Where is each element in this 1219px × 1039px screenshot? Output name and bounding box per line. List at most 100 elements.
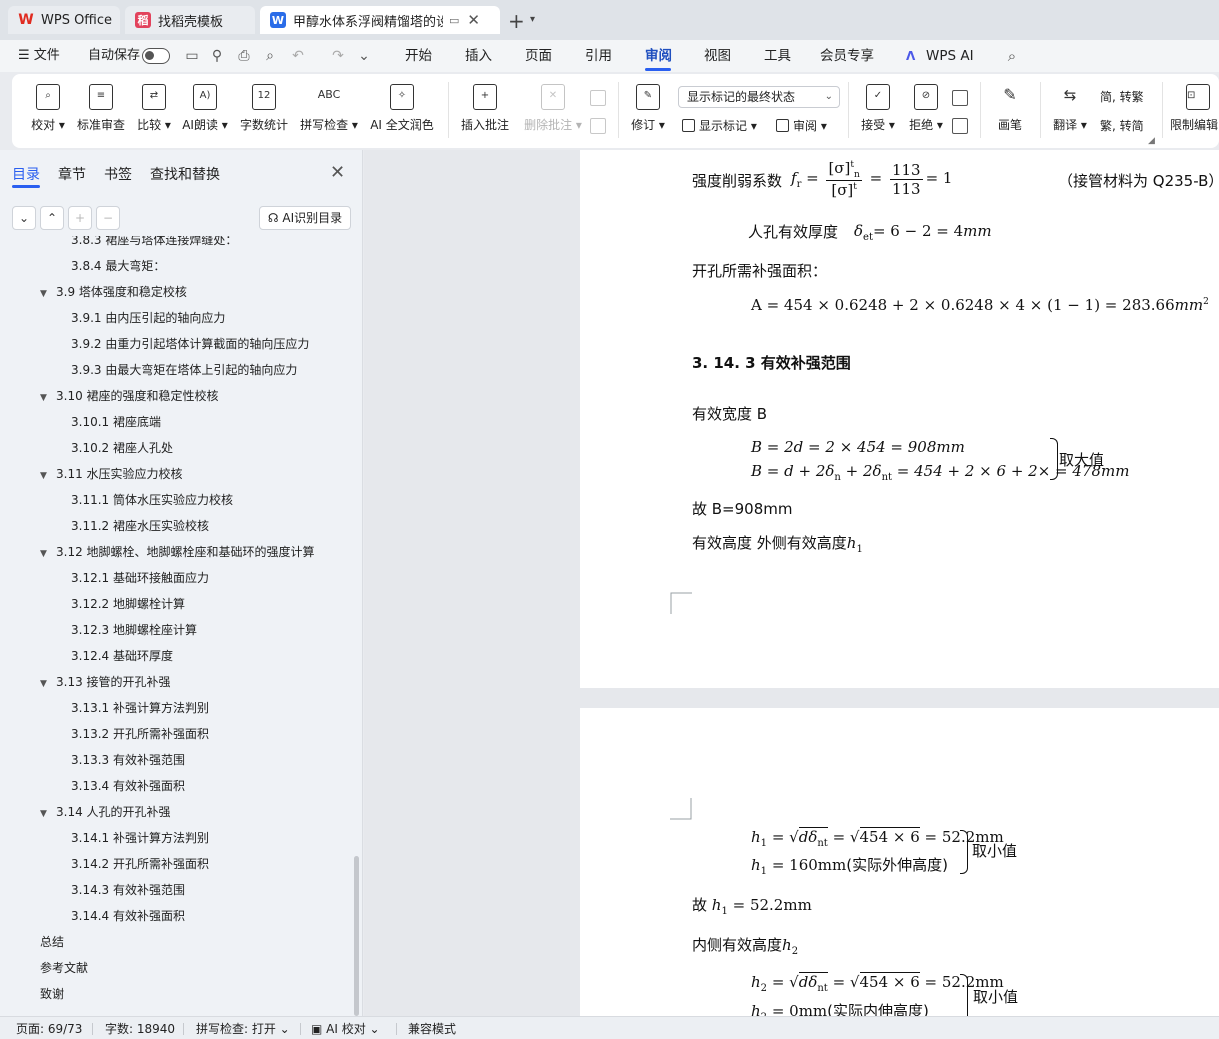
toc-item[interactable]: 3.13.2 开孔所需补强面积 <box>71 724 209 744</box>
expand-toggle-icon[interactable]: ▼ <box>40 674 52 694</box>
remove-heading-button[interactable]: − <box>96 206 120 230</box>
to-traditional-button[interactable]: 简, 转繁 <box>1100 88 1144 105</box>
close-icon[interactable]: ✕ <box>467 11 480 29</box>
chevron-down-icon[interactable]: ⌄ <box>356 48 372 64</box>
file-menu[interactable]: ☰ 文件 <box>18 40 60 72</box>
spell-check-button[interactable]: ABC 拼写检查 ▾ <box>296 82 362 142</box>
insert-comment-button[interactable]: + 插入批注 <box>458 82 512 142</box>
toc-item[interactable]: ▼ 3.12 地脚螺栓、地脚螺栓座和基础环的强度计算 <box>40 542 315 562</box>
toc-item[interactable]: 3.14.2 开孔所需补强面积 <box>71 854 209 874</box>
next-comment-icon[interactable] <box>590 118 606 134</box>
toc-item[interactable]: 3.12.4 基础环厚度 <box>71 646 173 666</box>
ai-proofread-indicator[interactable]: ▣ AI 校对 ⌄ <box>311 1020 380 1037</box>
expand-toggle-icon[interactable]: ▼ <box>40 388 52 408</box>
toc-item[interactable]: 3.11.1 筒体水压实验应力校核 <box>71 490 233 510</box>
toc-item[interactable]: 总结 <box>40 932 64 952</box>
tab-chapters[interactable]: 章节 <box>58 164 86 184</box>
previous-comment-icon[interactable] <box>590 90 606 106</box>
toc-item[interactable]: 3.14.4 有效补强面积 <box>71 906 185 926</box>
proofread-button[interactable]: ⌕ 校对 ▾ <box>28 82 68 142</box>
toc-item[interactable]: 3.8.4 最大弯矩： <box>71 256 165 276</box>
toc-item[interactable]: 3.12.2 地脚螺栓计算 <box>71 594 185 614</box>
previous-change-icon[interactable] <box>952 90 968 106</box>
toc-item[interactable]: 参考文献 <box>40 958 88 978</box>
ai-toc-button[interactable]: ☊ AI识别目录 <box>259 206 351 230</box>
word-count-button[interactable]: 12 字数统计 <box>238 82 290 142</box>
toc-item[interactable]: 3.14.3 有效补强范围 <box>71 880 185 900</box>
collapse-down-button[interactable]: ⌄ <box>12 206 36 230</box>
tab-bookmarks[interactable]: 书签 <box>104 164 132 184</box>
compare-button[interactable]: ⇄ 比较 ▾ <box>134 82 174 142</box>
delete-comment-button[interactable]: ✕ 删除批注 ▾ <box>520 82 586 142</box>
tab-find-replace[interactable]: 查找和替换 <box>150 164 220 184</box>
tab-toc[interactable]: 目录 <box>12 164 40 184</box>
expand-toggle-icon[interactable]: ▼ <box>40 804 52 824</box>
toc-item[interactable]: ▼ 3.13 接管的开孔补强 <box>40 672 171 692</box>
tab-member[interactable]: 会员专享 <box>820 40 874 72</box>
scrollbar[interactable] <box>354 856 359 1016</box>
review-pane-button[interactable]: 审阅 ▾ <box>776 117 827 134</box>
toc-item[interactable]: 致谢 <box>40 984 64 1004</box>
standard-review-button[interactable]: ≡ 标准审查 <box>74 82 128 142</box>
print-preview-icon[interactable]: ⌕ <box>262 48 278 64</box>
translate-button[interactable]: ⇆ 翻译 ▾ <box>1048 82 1092 142</box>
toc-item[interactable]: ▼ 3.11 水压实验应力校核 <box>40 464 183 484</box>
expand-toggle-icon[interactable]: ▼ <box>40 284 52 304</box>
tab-tools[interactable]: 工具 <box>764 40 791 72</box>
toc-item[interactable]: 3.13.4 有效补强面积 <box>71 776 185 796</box>
track-changes-button[interactable]: ✎ 修订 ▾ <box>626 82 670 142</box>
expand-toggle-icon[interactable]: ▼ <box>40 466 52 486</box>
ai-polish-button[interactable]: ✧ AI 全文润色 <box>368 82 436 142</box>
to-simplified-button[interactable]: 繁, 转简 <box>1100 117 1144 134</box>
toc-item[interactable]: ▼ 3.9 塔体强度和稳定校核 <box>40 282 187 302</box>
tab-wps-office[interactable]: W WPS Office <box>8 6 120 34</box>
toc-item[interactable]: 3.10.1 裙座底端 <box>71 412 161 432</box>
toc-item[interactable]: 3.12.3 地脚螺栓座计算 <box>71 620 197 640</box>
search-icon[interactable]: ⌕ <box>1004 48 1020 64</box>
toc-item[interactable]: 3.9.3 由最大弯矩在塔体上引起的轴向应力 <box>71 360 297 380</box>
toc-item[interactable]: 3.9.2 由重力引起塔体计算截面的轴向压应力 <box>71 334 309 354</box>
autosave-toggle[interactable] <box>142 48 170 64</box>
share-icon[interactable]: ⚲ <box>209 48 225 64</box>
toc-item[interactable]: 3.8.3 裙座与塔体连接焊缝处： <box>71 236 237 250</box>
add-heading-button[interactable]: + <box>68 206 92 230</box>
undo-icon[interactable]: ↶ <box>290 48 306 64</box>
ribbon-expand-icon[interactable]: ◢ <box>1148 136 1155 146</box>
new-tab-icon[interactable]: + <box>508 9 525 33</box>
print-icon[interactable]: ⎙ <box>236 48 252 64</box>
next-change-icon[interactable] <box>952 118 968 134</box>
tab-view[interactable]: 视图 <box>704 40 731 72</box>
pen-button[interactable]: ✎ 画笔 <box>988 82 1032 142</box>
save-icon[interactable]: ▭ <box>184 48 200 64</box>
collapse-up-button[interactable]: ⌃ <box>40 206 64 230</box>
tab-insert[interactable]: 插入 <box>465 40 492 72</box>
tab-references[interactable]: 引用 <box>585 40 612 72</box>
ai-read-button[interactable]: A) AI朗读 ▾ <box>180 82 230 142</box>
toc-item[interactable]: 3.11.2 裙座水压实验校核 <box>71 516 209 536</box>
markup-mode-select[interactable]: 显示标记的最终状态 ⌄ <box>678 86 840 108</box>
tab-wps-ai[interactable]: WPS AI <box>926 40 974 72</box>
toc-item[interactable]: 3.10.2 裙座人孔处 <box>71 438 173 458</box>
tab-home[interactable]: 开始 <box>405 40 432 72</box>
monitor-icon[interactable]: ▭ <box>449 14 459 27</box>
word-count-indicator[interactable]: 字数: 18940 <box>105 1020 175 1037</box>
tab-page[interactable]: 页面 <box>525 40 552 72</box>
page-indicator[interactable]: 页面: 69/73 <box>16 1020 82 1037</box>
chevron-down-icon[interactable]: ▾ <box>530 14 535 25</box>
redo-icon[interactable]: ↷ <box>330 48 346 64</box>
spell-check-indicator[interactable]: 拼写检查: 打开 ⌄ <box>196 1020 290 1037</box>
toc-item[interactable]: 3.13.3 有效补强范围 <box>71 750 185 770</box>
toc-item[interactable]: 3.12.1 基础环接触面应力 <box>71 568 209 588</box>
toc-item[interactable]: ▼ 3.14 人孔的开孔补强 <box>40 802 171 822</box>
accept-button[interactable]: ✓ 接受 ▾ <box>856 82 900 142</box>
tab-docer-templates[interactable]: 稻 找稻壳模板 <box>125 6 255 34</box>
toc-item[interactable]: 3.14.1 补强计算方法判别 <box>71 828 209 848</box>
toc-item[interactable]: 3.9.1 由内压引起的轴向应力 <box>71 308 225 328</box>
show-markup-button[interactable]: 显示标记 ▾ <box>682 117 757 134</box>
toc-item[interactable]: ▼ 3.10 裙座的强度和稳定性校核 <box>40 386 219 406</box>
close-icon[interactable]: ✕ <box>330 162 345 183</box>
reject-button[interactable]: ⊘ 拒绝 ▾ <box>904 82 948 142</box>
tab-active-document[interactable]: W 甲醇水体系浮阀精馏塔的设计 ▭ ✕ <box>260 6 500 34</box>
toc-item[interactable]: 3.13.1 补强计算方法判别 <box>71 698 209 718</box>
document-canvas[interactable]: 强度削弱系数 fr = [σ]tn [σ]t = 113 113 = 1 （接管… <box>364 150 1219 1016</box>
